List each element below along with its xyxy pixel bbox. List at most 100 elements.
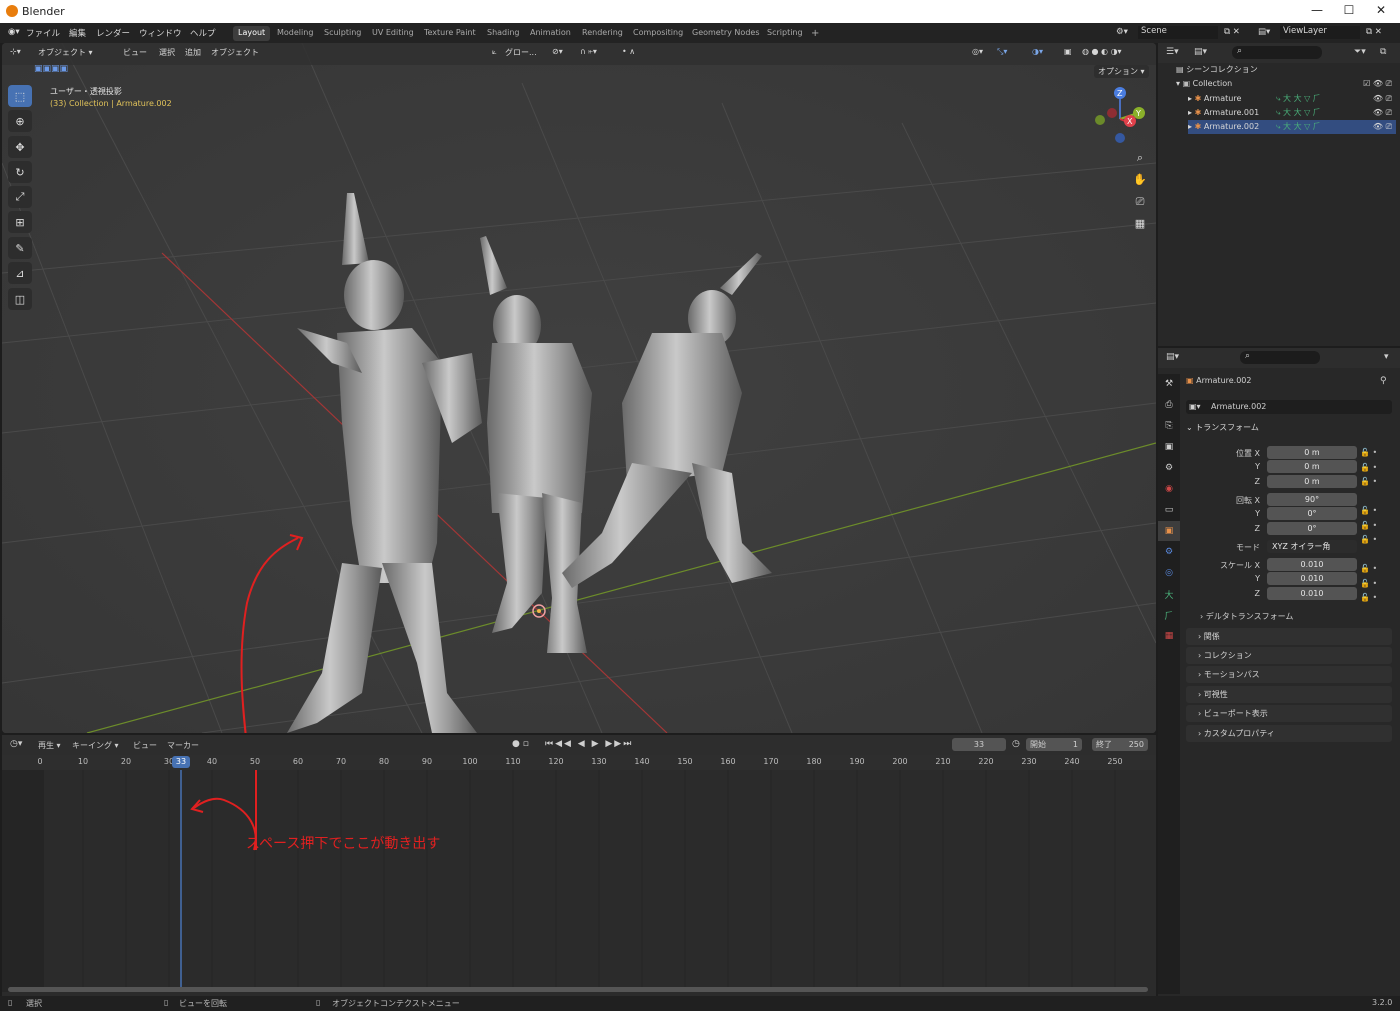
blender-menu-icon[interactable]: ◉▾: [8, 27, 20, 37]
playhead-frame-badge[interactable]: 33: [172, 756, 190, 768]
visibility-icon[interactable]: ◎▾: [972, 47, 983, 56]
editor-type-icon[interactable]: ⊹▾: [10, 47, 21, 56]
panel-custom-properties[interactable]: › カスタムプロパティ: [1186, 725, 1392, 742]
playback-menu[interactable]: 再生 ▾: [38, 740, 61, 751]
tab-sculpting[interactable]: Sculpting: [319, 26, 366, 41]
object-name-field[interactable]: ▣▾ Armature.002: [1186, 400, 1392, 414]
current-frame-field[interactable]: 33: [952, 738, 1006, 751]
scene-field[interactable]: Scene: [1138, 26, 1218, 39]
tab-geometry-nodes[interactable]: Geometry Nodes: [687, 26, 764, 41]
overlay-toggle-icon[interactable]: ◑▾: [1032, 47, 1043, 56]
scale-y-field[interactable]: 0.010: [1267, 572, 1357, 585]
render-tab-icon[interactable]: ⎙: [1158, 395, 1180, 415]
collection-row[interactable]: ▾ ▣ Collection ☑ 👁 ⎚: [1176, 77, 1396, 91]
menu-window[interactable]: ウィンドウ: [139, 27, 182, 39]
minimize-icon[interactable]: —: [1302, 3, 1332, 19]
3d-viewport[interactable]: ⊹▾ オブジェクト ▾ ビュー 選択 追加 オブジェクト ⟀ グロー... ⊘▾…: [2, 43, 1156, 733]
shading-modes-icon[interactable]: ◍ ● ◐ ◑▾: [1082, 47, 1122, 56]
tab-layout[interactable]: Layout: [233, 26, 271, 41]
texture-tab-icon[interactable]: ▦: [1158, 626, 1180, 646]
lock-icons[interactable]: 🔓 • 🔓 • 🔓 • 🔓 • 🔓 • 🔓 • 🔓 • 🔓 • 🔓 •: [1360, 446, 1377, 606]
properties-search-icon[interactable]: ⌕: [1240, 351, 1320, 364]
menu-file[interactable]: ファイル: [26, 27, 60, 39]
scene-tab-icon[interactable]: ⚙: [1158, 458, 1180, 478]
tab-rendering[interactable]: Rendering: [577, 26, 628, 41]
rotation-z-field[interactable]: 0°: [1267, 522, 1357, 535]
tab-scripting[interactable]: Scripting: [762, 26, 808, 41]
filter-icon[interactable]: ⏷▾: [1354, 47, 1366, 57]
start-frame-field[interactable]: 開始 1: [1026, 738, 1082, 751]
view-layer-field[interactable]: ViewLayer: [1280, 26, 1360, 39]
transform-panel-header[interactable]: ⌄ トランスフォーム: [1186, 422, 1392, 433]
tab-compositing[interactable]: Compositing: [628, 26, 688, 41]
tab-shading[interactable]: Shading: [482, 26, 525, 41]
add-workspace-button[interactable]: +: [806, 26, 824, 41]
playback-controls-icon[interactable]: ⏮◀◀ ◀ ▶ ▶▶⏭: [545, 739, 633, 749]
add-menu[interactable]: 追加: [185, 47, 201, 58]
new-view-layer-icon[interactable]: ⧉ ✕: [1366, 27, 1382, 37]
visibility-eye-icon[interactable]: 👁 ⎚: [1373, 92, 1392, 106]
visibility-eye-icon[interactable]: 👁 ⎚: [1373, 106, 1392, 120]
preview-range-icon[interactable]: ◷: [1012, 739, 1020, 749]
transform-orientation-icon[interactable]: ⟀: [492, 47, 497, 57]
rotation-y-field[interactable]: 0°: [1267, 507, 1357, 520]
navigation-gizmo[interactable]: Z Y X: [1088, 83, 1152, 147]
timeline-editor-icon[interactable]: ◷▾: [10, 739, 22, 749]
gizmo-toggle-icon[interactable]: ⤡▾: [997, 47, 1007, 57]
cursor-tool-icon[interactable]: ⊕: [8, 110, 32, 132]
menu-render[interactable]: レンダー: [96, 27, 130, 39]
modifier-tab-icon[interactable]: ⚙: [1158, 542, 1180, 562]
tab-texture-paint[interactable]: Texture Paint: [419, 26, 481, 41]
new-collection-icon[interactable]: ⧉: [1380, 47, 1386, 57]
view-menu[interactable]: ビュー: [123, 47, 147, 58]
outliner-item-armature-002[interactable]: ▸ ✱ Armature.002 ⤷ ⼤ ⼤ ▽ ⺁ 👁 ⎚: [1188, 120, 1396, 134]
outliner-item-armature[interactable]: ▸ ✱ Armature ⤷ ⼤ ⼤ ▽ ⺁ 👁 ⎚: [1188, 92, 1396, 106]
select-menu[interactable]: 選択: [159, 47, 175, 58]
rotation-mode-select[interactable]: XYZ オイラー角: [1267, 540, 1357, 553]
record-icon[interactable]: ● ▫: [512, 739, 529, 749]
mode-select[interactable]: オブジェクト ▾: [38, 47, 93, 58]
add-cube-tool-icon[interactable]: ◫: [8, 288, 32, 310]
delta-transform-header[interactable]: › デルタトランスフォーム: [1200, 611, 1293, 622]
rotation-x-field[interactable]: 90°: [1267, 493, 1357, 506]
tab-modeling[interactable]: Modeling: [272, 26, 318, 41]
transform-orientation[interactable]: グロー...: [505, 47, 537, 58]
armature-data-tab-icon[interactable]: ⼤: [1158, 584, 1180, 604]
tool-tab-icon[interactable]: ⚒: [1158, 374, 1180, 394]
close-icon[interactable]: ✕: [1366, 3, 1396, 19]
world-tab-icon[interactable]: ◉: [1158, 479, 1180, 499]
end-frame-field[interactable]: 終了 250: [1092, 738, 1148, 751]
zoom-icon[interactable]: ⌕: [1130, 147, 1150, 169]
timeline-area[interactable]: [2, 770, 1156, 992]
panel-viewport-display[interactable]: › ビューポート表示: [1186, 705, 1392, 722]
xray-icon[interactable]: ▣: [1064, 47, 1072, 56]
scale-x-field[interactable]: 0.010: [1267, 558, 1357, 571]
annotate-tool-icon[interactable]: ✎: [8, 237, 32, 259]
properties-editor-icon[interactable]: ▤▾: [1166, 352, 1179, 362]
menu-help[interactable]: ヘルプ: [190, 27, 216, 39]
timeline-view-menu[interactable]: ビュー: [133, 740, 157, 751]
marker-menu[interactable]: マーカー: [167, 740, 199, 751]
panel-relations[interactable]: › 関係: [1186, 628, 1392, 645]
location-y-field[interactable]: 0 m: [1267, 460, 1357, 473]
ortho-grid-icon[interactable]: ▦: [1130, 213, 1150, 235]
pivot-icon[interactable]: ⊘▾: [552, 47, 563, 56]
panel-visibility[interactable]: › 可視性: [1186, 686, 1392, 703]
panel-motion-paths[interactable]: › モーションパス: [1186, 666, 1392, 683]
rotate-tool-icon[interactable]: ↻: [8, 161, 32, 183]
pan-hand-icon[interactable]: ✋: [1130, 169, 1150, 191]
snap-icon[interactable]: ∩ ⫦▾: [580, 47, 597, 57]
proportional-icon[interactable]: • ∧: [622, 47, 635, 56]
location-z-field[interactable]: 0 m: [1267, 475, 1357, 488]
move-tool-icon[interactable]: ✥: [8, 136, 32, 158]
timeline-editor[interactable]: ◷▾ 再生 ▾ キーイング ▾ ビュー マーカー ● ▫ ⏮◀◀ ◀ ▶ ▶▶⏭…: [2, 735, 1156, 997]
outliner-search-icon[interactable]: ⌕: [1232, 46, 1322, 59]
bone-tab-icon[interactable]: ⺁: [1158, 605, 1180, 625]
scale-tool-icon[interactable]: ⤢: [8, 186, 32, 208]
location-x-field[interactable]: 0 m: [1267, 446, 1357, 459]
output-tab-icon[interactable]: ⎘: [1158, 416, 1180, 436]
tab-animation[interactable]: Animation: [525, 26, 576, 41]
options-button[interactable]: オプション ▾: [1094, 65, 1149, 78]
measure-tool-icon[interactable]: ⊿: [8, 262, 32, 284]
select-box-tool-icon[interactable]: ⬚: [8, 85, 32, 107]
